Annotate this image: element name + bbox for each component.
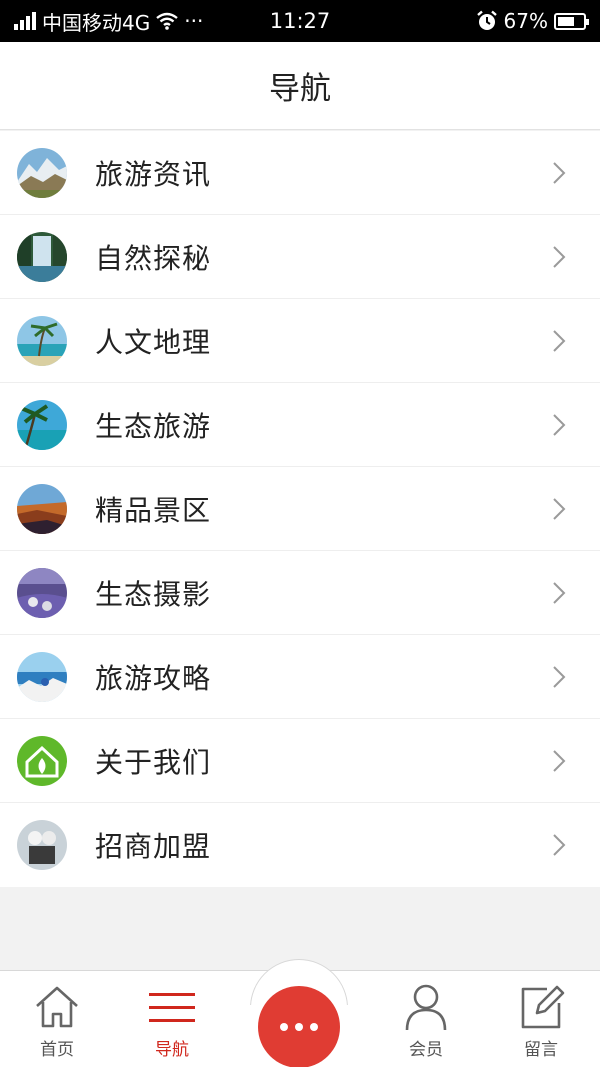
chevron-right-icon [553, 161, 566, 184]
nav-item-about-us[interactable]: 关于我们 [0, 719, 600, 803]
nav-list: 旅游资讯 自然探秘 人文地理 生态旅游 精品景区 生态摄影 旅游攻略 关于我们 … [0, 131, 600, 887]
more-dot-icon [280, 1023, 288, 1031]
menu-icon [149, 993, 195, 1022]
tab-member-label: 会员 [409, 1040, 443, 1060]
nav-item-eco-photography[interactable]: 生态摄影 [0, 551, 600, 635]
more-dots: ··· [184, 9, 204, 33]
battery-icon [554, 12, 589, 30]
tab-home-label: 首页 [40, 1040, 74, 1060]
tab-message-label: 留言 [524, 1040, 558, 1060]
figures-photo-icon [17, 820, 67, 870]
nav-item-travel-news[interactable]: 旅游资讯 [0, 131, 600, 215]
status-bar: 中国移动4G ··· 11:27 67% [0, 0, 600, 42]
tropical-beach-photo-icon [17, 399, 67, 450]
tab-home[interactable]: 首页 [2, 971, 112, 1067]
chevron-right-icon [553, 245, 566, 268]
nav-item-label: 自然探秘 [95, 241, 212, 275]
page-header: 导航 [0, 42, 600, 130]
chevron-right-icon [553, 413, 566, 436]
nav-item-label: 旅游攻略 [95, 661, 212, 695]
carrier-label: 中国移动4G [42, 10, 151, 35]
more-dot-icon [310, 1023, 318, 1031]
nav-item-label: 旅游资讯 [95, 157, 212, 191]
chevron-right-icon [553, 749, 566, 772]
chevron-right-icon [553, 665, 566, 688]
green-house-icon [17, 735, 67, 786]
nav-item-label: 精品景区 [95, 493, 212, 527]
chevron-right-icon [553, 581, 566, 604]
chevron-right-icon [553, 497, 566, 520]
status-right: 67% [476, 9, 589, 33]
nav-item-eco-tourism[interactable]: 生态旅游 [0, 383, 600, 467]
status-left: 中国移动4G ··· [14, 7, 203, 36]
palm-beach-photo-icon [17, 315, 67, 366]
page-title: 导航 [269, 71, 331, 107]
nav-item-travel-guide[interactable]: 旅游攻略 [0, 635, 600, 719]
nav-item-franchise[interactable]: 招商加盟 [0, 803, 600, 887]
edit-icon [521, 985, 565, 1029]
nav-item-featured-scenic[interactable]: 精品景区 [0, 467, 600, 551]
tab-member[interactable]: 会员 [371, 971, 481, 1067]
battery-percent: 67% [503, 9, 548, 33]
tab-message[interactable]: 留言 [486, 971, 596, 1067]
mountain-photo-icon [17, 147, 67, 198]
chevron-right-icon [553, 834, 566, 856]
wifi-icon [156, 12, 178, 30]
lavender-photo-icon [17, 567, 67, 618]
nav-item-human-geography[interactable]: 人文地理 [0, 299, 600, 383]
canyon-photo-icon [17, 483, 67, 534]
waterfall-photo-icon [17, 231, 67, 282]
nav-item-label: 人文地理 [95, 325, 212, 359]
tab-nav[interactable]: 导航 [117, 971, 227, 1067]
more-dot-icon [295, 1023, 303, 1031]
seaside-town-photo-icon [17, 651, 67, 702]
signal-icon [14, 12, 36, 30]
tab-nav-label: 导航 [155, 1040, 189, 1060]
user-icon [405, 984, 447, 1031]
nav-item-label: 生态旅游 [95, 409, 212, 443]
more-button[interactable] [258, 986, 340, 1067]
alarm-icon [476, 10, 497, 30]
nav-item-label: 招商加盟 [95, 830, 212, 863]
nav-item-label: 关于我们 [95, 745, 212, 779]
chevron-right-icon [553, 329, 566, 352]
nav-item-nature-explore[interactable]: 自然探秘 [0, 215, 600, 299]
home-icon [36, 986, 78, 1028]
nav-item-label: 生态摄影 [95, 577, 212, 611]
